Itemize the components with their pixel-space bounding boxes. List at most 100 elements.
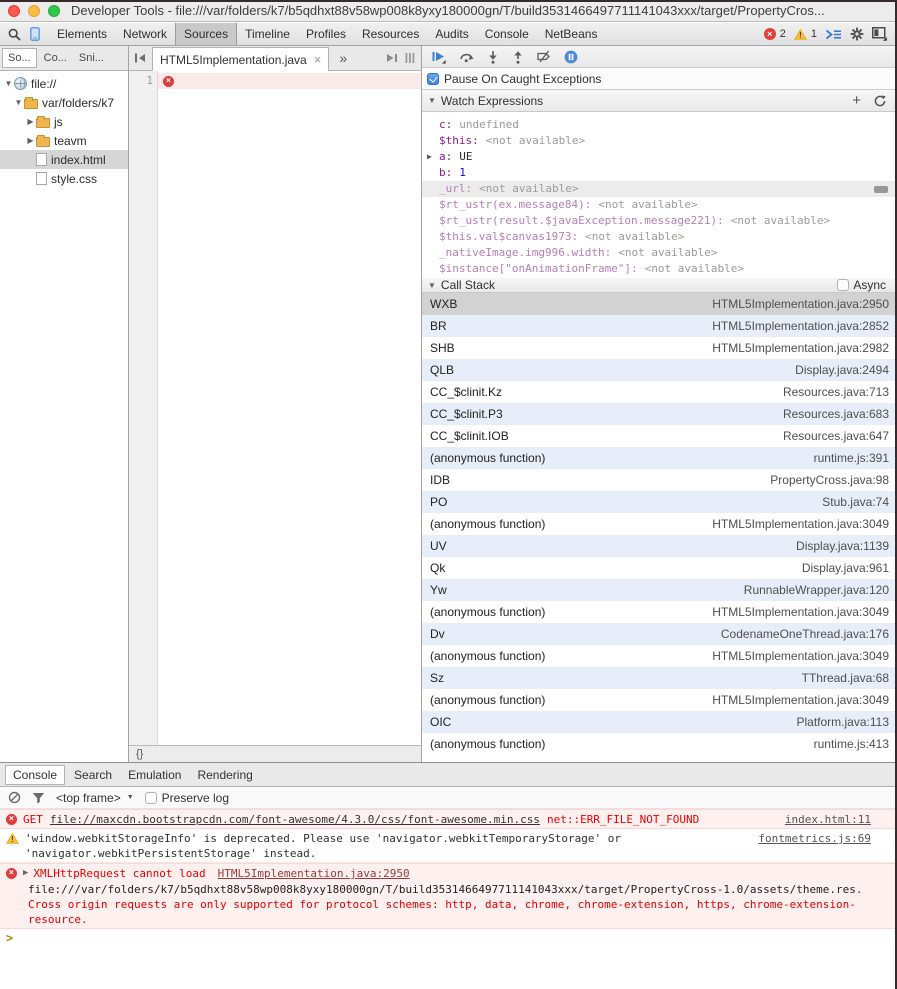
filter-icon[interactable] [32,792,45,804]
warning-count-icon[interactable]: ! [794,29,807,40]
drawer-tab-search[interactable]: Search [67,766,119,784]
dock-side-icon[interactable] [872,27,887,41]
line-number[interactable]: 1 [129,73,153,89]
frame-location[interactable]: Display.java:2494 [795,363,889,377]
file-tree-item-index-html[interactable]: index.html [0,150,128,169]
deactivate-breakpoints-icon[interactable] [537,50,551,63]
stack-frame-qk[interactable]: Qk Display.java:961 [422,557,897,579]
watch-expression-a[interactable]: ▶aUE [422,149,897,165]
step-out-icon[interactable] [512,50,524,64]
navigator-tab-sni[interactable]: Sni... [74,49,109,67]
settings-gear-icon[interactable] [850,27,864,41]
step-over-icon[interactable] [459,50,474,63]
stack-frame-sz[interactable]: Sz TThread.java:68 [422,667,897,689]
stack-frame-wxb[interactable]: WXB HTML5Implementation.java:2950 [422,293,897,315]
add-watch-icon[interactable]: + [852,93,861,108]
async-checkbox[interactable] [837,279,849,291]
console-prompt[interactable]: > [0,929,897,948]
disclosure-triangle-icon[interactable]: ▶ [25,117,36,126]
frame-location[interactable]: TThread.java:68 [802,671,889,685]
device-mode-icon[interactable] [30,27,40,41]
frame-location[interactable]: Resources.java:647 [783,429,889,443]
stack-frame-yw[interactable]: Yw RunnableWrapper.java:120 [422,579,897,601]
section-collapse-icon[interactable]: ▼ [428,96,436,105]
stack-frame-cc-clinit-p3[interactable]: CC_$clinit.P3 Resources.java:683 [422,403,897,425]
frame-location[interactable]: Resources.java:683 [783,407,889,421]
stack-frame-anonymous-function[interactable]: (anonymous function) HTML5Implementation… [422,513,897,535]
remove-watch-icon[interactable] [874,186,888,193]
editor-tab-html5implementation[interactable]: HTML5Implementation.java × [152,47,329,71]
expand-triangle-icon[interactable]: ▶ [427,149,432,165]
section-collapse-icon[interactable]: ▼ [428,281,436,290]
call-stack-header[interactable]: ▼ Call Stack Async [422,278,897,293]
stack-frame-anonymous-function[interactable]: (anonymous function) runtime.js:391 [422,447,897,469]
message-source-link[interactable]: HTML5Implementation.java:2950 [218,866,410,881]
line-number-gutter[interactable]: 1 [129,71,158,745]
frame-location[interactable]: HTML5Implementation.java:3049 [712,605,889,619]
file-tree-item-style-css[interactable]: style.css [0,169,128,188]
preserve-log-checkbox[interactable] [145,792,157,804]
frame-location[interactable]: Display.java:961 [802,561,889,575]
frame-context-select[interactable]: <top frame> ▼ [56,791,134,805]
refresh-watch-icon[interactable] [874,95,886,107]
stack-frame-anonymous-function[interactable]: (anonymous function) runtime.js:413 [422,733,897,755]
panel-tab-netbeans[interactable]: NetBeans [537,23,606,45]
frame-location[interactable]: runtime.js:391 [814,451,889,465]
frame-location[interactable]: RunnableWrapper.java:120 [744,583,889,597]
watch-expressions-header[interactable]: ▼ Watch Expressions + [422,90,897,112]
watch-expression-instance-onanimationframe[interactable]: ▶$instance["onAnimationFrame"]<not avail… [422,261,897,277]
pause-on-exceptions-icon[interactable] [564,50,578,64]
close-window-button[interactable] [8,5,20,17]
navigator-tab-co[interactable]: Co... [39,49,72,67]
disclosure-triangle-icon[interactable]: ▼ [3,79,14,88]
frame-location[interactable]: CodenameOneThread.java:176 [721,627,889,641]
frame-location[interactable]: Stub.java:74 [822,495,889,509]
frame-location[interactable]: HTML5Implementation.java:2982 [712,341,889,355]
panel-tab-profiles[interactable]: Profiles [298,23,354,45]
panel-tab-sources[interactable]: Sources [175,23,237,45]
stack-frame-cc-clinit-iob[interactable]: CC_$clinit.IOB Resources.java:647 [422,425,897,447]
stack-frame-qlb[interactable]: QLB Display.java:2494 [422,359,897,381]
message-source-link[interactable]: index.html:11 [785,812,871,827]
watch-expression-this-val-canvas1973[interactable]: ▶$this.val$canvas1973<not available> [422,229,897,245]
watch-expression-rt-ustr-ex-message84[interactable]: ▶$rt_ustr(ex.message84)<not available> [422,197,897,213]
watch-expression-rt-ustr-result-javaexception-message221[interactable]: ▶$rt_ustr(result.$javaException.message2… [422,213,897,229]
frame-location[interactable]: Display.java:1139 [796,539,889,553]
console-drawer-toggle-icon[interactable] [825,28,842,41]
minimize-window-button[interactable] [28,5,40,17]
more-tabs-chevron[interactable]: » [339,50,347,66]
drawer-tab-console[interactable]: Console [5,765,65,785]
file-tree-item-teavm[interactable]: ▶ teavm [0,131,128,150]
stack-frame-cc-clinit-kz[interactable]: CC_$clinit.Kz Resources.java:713 [422,381,897,403]
panel-tab-console[interactable]: Console [477,23,537,45]
drawer-tab-rendering[interactable]: Rendering [190,766,259,784]
frame-location[interactable]: HTML5Implementation.java:3049 [712,649,889,663]
request-url-link[interactable]: file://maxcdn.bootstrapcdn.com/font-awes… [50,813,540,826]
watch-expression-this[interactable]: ▶$this<not available> [422,133,897,149]
pause-on-caught-checkbox[interactable] [427,73,439,85]
code-editor[interactable]: 1 × [129,71,421,745]
frame-location[interactable]: Resources.java:713 [783,385,889,399]
message-source-link[interactable]: fontmetrics.js:69 [758,831,871,846]
frame-location[interactable]: HTML5Implementation.java:2852 [712,319,889,333]
close-tab-icon[interactable]: × [314,53,322,66]
search-icon[interactable] [8,28,21,41]
stack-frame-br[interactable]: BR HTML5Implementation.java:2852 [422,315,897,337]
frame-location[interactable]: PropertyCross.java:98 [770,473,889,487]
clear-console-icon[interactable] [8,791,21,804]
stack-frame-dv[interactable]: Dv CodenameOneThread.java:176 [422,623,897,645]
file-tree-item-js[interactable]: ▶ js [0,112,128,131]
watch-expression-nativeimage-img996-width[interactable]: ▶_nativeImage.img996.width<not available… [422,245,897,261]
navigator-tab-so[interactable]: So... [2,48,37,68]
pretty-print-button[interactable]: {} [136,748,143,760]
stack-frame-shb[interactable]: SHB HTML5Implementation.java:2982 [422,337,897,359]
step-into-icon[interactable] [487,50,499,64]
editor-options-icon[interactable] [405,52,415,64]
stack-frame-uv[interactable]: UV Display.java:1139 [422,535,897,557]
stack-frame-idb[interactable]: IDB PropertyCross.java:98 [422,469,897,491]
watch-expression-c[interactable]: ▶cundefined [422,117,897,133]
panel-tab-resources[interactable]: Resources [354,23,427,45]
panel-tab-timeline[interactable]: Timeline [237,23,298,45]
stack-frame-anonymous-function[interactable]: (anonymous function) HTML5Implementation… [422,689,897,711]
stack-frame-anonymous-function[interactable]: (anonymous function) HTML5Implementation… [422,601,897,623]
